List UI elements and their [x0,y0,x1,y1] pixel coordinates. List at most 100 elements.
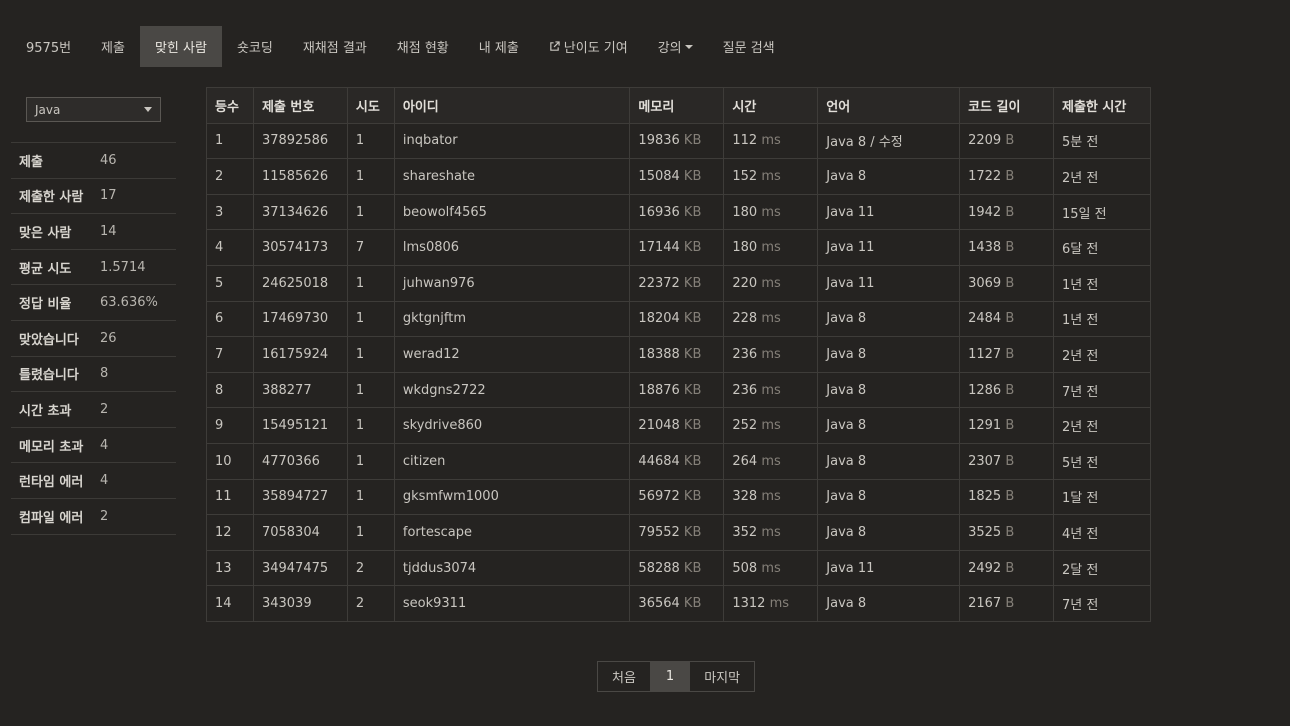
language-link[interactable]: Java 11 [826,205,874,220]
submitted-time-cell[interactable]: 15일 전 [1053,193,1151,231]
submission-id-link[interactable]: 15495121 [252,407,348,444]
submitted-time-cell[interactable]: 1년 전 [1053,300,1151,338]
caret-down-icon [684,44,693,49]
user-id-link[interactable]: juhwan976 [393,264,631,302]
column-header[interactable]: 제출 번호 [252,87,348,124]
language-link[interactable]: Java 8 [826,383,866,398]
submitted-time-cell[interactable]: 4년 전 [1053,514,1151,551]
user-id-link[interactable]: gksmfwm1000 [393,478,631,516]
language-link[interactable]: Java 8 [826,596,866,611]
memory-value: 56972 [638,489,680,505]
language-link[interactable]: Java 11 [826,561,874,576]
submission-id-link[interactable]: 7058304 [252,514,348,551]
column-header[interactable]: 아이디 [393,87,631,124]
submission-id-link[interactable]: 30574173 [252,229,348,266]
submission-id-link[interactable]: 35894727 [252,478,348,516]
nav-short-coding[interactable]: 숏코딩 [222,26,288,67]
memory-unit: KB [683,524,702,540]
page-last-button[interactable]: 마지막 [689,662,754,691]
user-id-link[interactable]: lms0806 [393,229,631,266]
nav-submit[interactable]: 제출 [86,26,140,67]
memory-value: 17144 [638,240,680,256]
time-unit: ms [761,489,781,505]
time-value: 180 [732,240,758,256]
user-id-link[interactable]: wkdgns2722 [393,371,631,409]
code-length-value: 1722 [968,168,1002,184]
submitted-time-cell[interactable]: 7년 전 [1053,371,1151,409]
submission-id-link[interactable]: 388277 [252,371,348,409]
nav-my-submissions[interactable]: 내 제출 [464,26,534,67]
user-id-link[interactable]: citizen [393,442,631,480]
user-id-link[interactable]: fortescape [393,514,631,551]
memory-unit: KB [683,168,702,184]
edit-link[interactable]: 수정 [879,135,903,150]
language-link[interactable]: Java 8 [826,169,866,184]
page-first-button[interactable]: 처음 [598,662,650,691]
user-id-link[interactable]: skydrive860 [393,407,631,444]
user-id-link[interactable]: shareshate [393,158,631,195]
submitted-time-cell[interactable]: 2년 전 [1053,336,1151,373]
tries-cell: 7 [346,229,395,266]
language-link[interactable]: Java 8 [826,311,866,326]
language-link[interactable]: Java 8 [826,454,866,469]
submitted-time-cell[interactable]: 7년 전 [1053,585,1151,622]
user-id-link[interactable]: inqbator [393,122,631,160]
table-row: 8 388277 1 wkdgns2722 18876 KB 236 ms Java 8 12… [206,371,1151,409]
submitted-time-cell[interactable]: 6달 전 [1053,229,1151,266]
submitted-time-cell[interactable]: 2달 전 [1053,549,1151,587]
language-link[interactable]: Java 8 [826,418,866,433]
submission-id-link[interactable]: 37892586 [252,122,348,160]
submitted-time-cell[interactable]: 5년 전 [1053,442,1151,480]
submitted-time-cell[interactable]: 1년 전 [1053,264,1151,302]
column-header[interactable]: 시도 [346,87,395,124]
user-id-link[interactable]: tjddus3074 [393,549,631,587]
column-header[interactable]: 코드 길이 [959,87,1054,124]
nav-problem-number[interactable]: 9575번 [11,26,86,67]
submission-id-link[interactable]: 37134626 [252,193,348,231]
memory-unit: KB [683,204,702,220]
language-link[interactable]: Java 8 [826,525,866,540]
time-cell: 236 ms [723,371,819,409]
stat-label: 틀렸습니다 [19,368,79,384]
language-link[interactable]: Java 11 [826,276,874,291]
code-length-cell: 3525 B [959,514,1054,551]
memory-cell: 16936 KB [629,193,725,231]
language-link[interactable]: Java 8 [826,489,866,504]
submission-id-link[interactable]: 24625018 [252,264,348,302]
nav-rejudge-results[interactable]: 재채점 결과 [288,26,382,67]
code-length-value: 1291 [968,418,1002,434]
submission-id-link[interactable]: 4770366 [252,442,348,480]
language-select[interactable]: Java [26,97,161,122]
submitted-time-cell[interactable]: 1달 전 [1053,478,1151,516]
column-header[interactable]: 시간 [723,87,819,124]
user-id-link[interactable]: seok9311 [393,585,631,622]
column-header[interactable]: 언어 [817,87,961,124]
memory-cell: 18204 KB [629,300,725,338]
stat-label: 메모리 초과 [19,439,84,455]
column-header[interactable]: 등수 [206,87,254,124]
submission-id-link[interactable]: 11585626 [252,158,348,195]
nav-judging-status[interactable]: 채점 현황 [382,26,464,67]
submission-id-link[interactable]: 16175924 [252,336,348,373]
user-id-link[interactable]: werad12 [393,336,631,373]
submitted-time-cell[interactable]: 2년 전 [1053,158,1151,195]
code-length-unit: B [1005,489,1015,505]
user-id-link[interactable]: gktgnjftm [393,300,631,338]
nav-accepted-users[interactable]: 맞힌 사람 [139,26,222,67]
tries-cell: 1 [346,300,395,338]
language-link[interactable]: Java 8 [826,135,866,150]
column-header[interactable]: 제출한 시간 [1053,87,1151,124]
submitted-time-cell[interactable]: 5분 전 [1053,122,1151,160]
page-current-button[interactable]: 1 [649,662,690,691]
submitted-time-cell[interactable]: 2년 전 [1053,407,1151,444]
nav-lectures[interactable]: 강의 [643,26,708,67]
column-header[interactable]: 메모리 [629,87,725,124]
language-link[interactable]: Java 8 [826,347,866,362]
submission-id-link[interactable]: 17469730 [252,300,348,338]
nav-difficulty-contribution[interactable]: 난이도 기여 [534,26,643,67]
language-link[interactable]: Java 11 [826,240,874,255]
submission-id-link[interactable]: 34947475 [252,549,348,587]
user-id-link[interactable]: beowolf4565 [393,193,631,231]
nav-question-search[interactable]: 질문 검색 [708,26,790,67]
submission-id-link[interactable]: 343039 [252,585,348,622]
